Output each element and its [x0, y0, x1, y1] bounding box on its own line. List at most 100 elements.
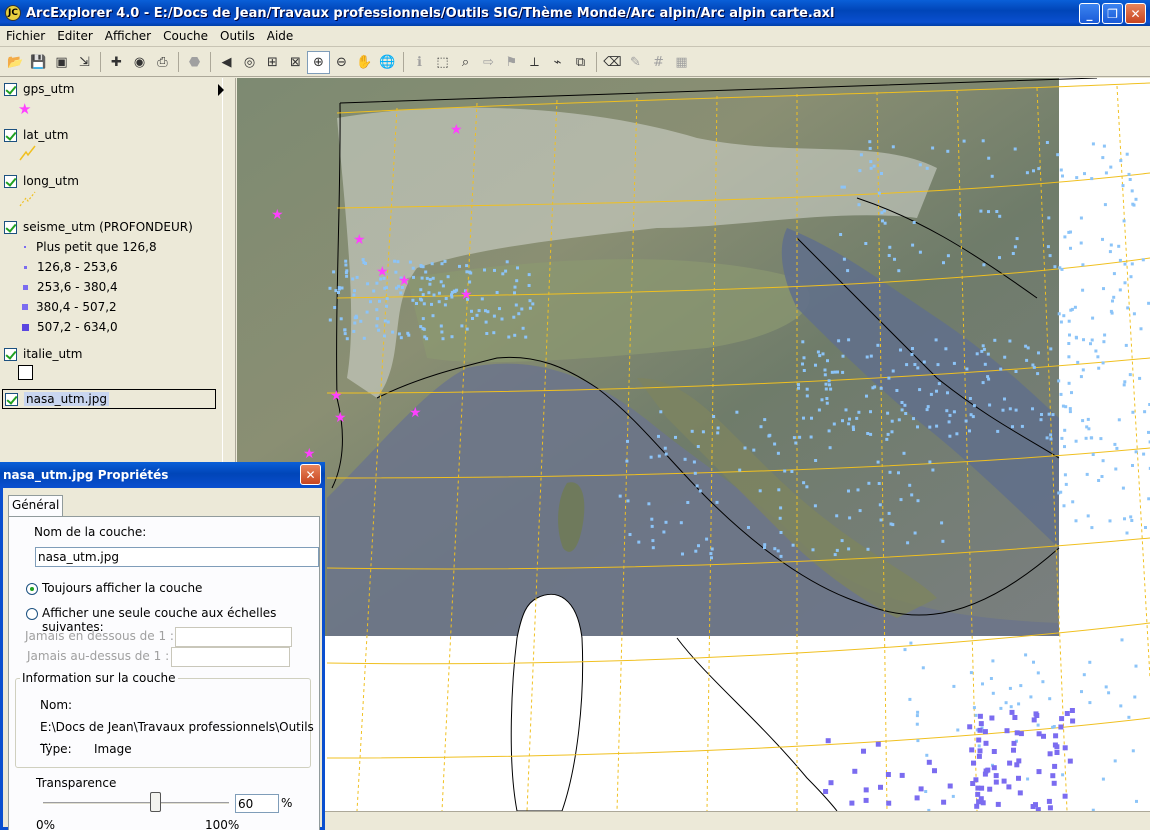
earthquake-point: [1075, 176, 1079, 180]
save-icon[interactable]: 💾: [27, 51, 50, 74]
earthquake-point: [792, 436, 796, 440]
earthquake-point: [866, 432, 870, 435]
earthquake-point: [1086, 417, 1090, 421]
eraser-icon[interactable]: ⌫: [601, 51, 624, 74]
map-canvas[interactable]: ★ ★ ★ ★ ★ ★ ★ ★ ★ ★: [237, 78, 1150, 811]
menu-couche[interactable]: Couche: [157, 29, 214, 43]
dialog-close-button[interactable]: ✕: [300, 464, 321, 485]
earthquake-point: [1121, 486, 1125, 490]
buffer-icon[interactable]: ⚑: [500, 51, 523, 74]
legend-label: Plus petit que 126,8: [36, 240, 157, 254]
earthquake-point: [846, 269, 850, 273]
zoom-to-layer-icon[interactable]: ⊞: [261, 51, 284, 74]
menu-editer[interactable]: Editer: [51, 29, 99, 43]
collapse-arrow-icon[interactable]: [218, 84, 224, 96]
earthquake-point: [763, 543, 767, 547]
stop-icon[interactable]: ⬣: [183, 51, 206, 74]
earthquake-point: [810, 416, 813, 420]
clear-selection-icon[interactable]: ✎: [624, 51, 647, 74]
layer-lat-utm[interactable]: lat_utm: [4, 128, 68, 142]
earthquake-point: [909, 641, 913, 645]
earthquake-point: [421, 327, 425, 331]
transparency-input[interactable]: 60: [235, 794, 279, 813]
earthquake-point: [1090, 338, 1094, 342]
earthquake-point: [902, 451, 906, 455]
earthquake-point: [903, 403, 907, 407]
globe-icon[interactable]: 🌐: [376, 51, 399, 74]
earthquake-point: [419, 264, 423, 268]
table-icon[interactable]: ▦: [670, 51, 693, 74]
polygon-symbol-icon: [18, 365, 33, 380]
identify-icon[interactable]: ℹ: [408, 51, 431, 74]
transparency-slider-thumb[interactable]: [150, 792, 161, 812]
layer-nasa-utm[interactable]: nasa_utm.jpg: [2, 389, 216, 409]
layer-checkbox[interactable]: [4, 82, 17, 96]
earthquake-point: [396, 260, 400, 264]
menu-outils[interactable]: Outils: [214, 29, 261, 43]
earthquake-point: [1082, 673, 1086, 677]
max-scale-input[interactable]: [171, 647, 290, 667]
earthquake-point: [651, 539, 655, 543]
radio-always-show[interactable]: [26, 583, 38, 595]
earthquake-point: [690, 429, 694, 433]
layer-long-utm[interactable]: long_utm: [4, 174, 79, 188]
earthquake-point: [450, 335, 454, 339]
earthquake-point: [881, 219, 884, 223]
overview-icon[interactable]: ⧉: [569, 51, 592, 74]
earthquake-point: [421, 317, 425, 321]
layer-name-input[interactable]: nasa_utm.jpg: [35, 547, 319, 567]
layer-seisme-utm[interactable]: seisme_utm (PROFONDEUR): [4, 220, 193, 234]
hyperlink-icon[interactable]: ⌁: [546, 51, 569, 74]
minimize-button[interactable]: _: [1079, 3, 1100, 24]
earthquake-point: [484, 309, 487, 313]
close-button[interactable]: ✕: [1125, 3, 1146, 24]
layer-checkbox[interactable]: [4, 128, 17, 142]
tab-general[interactable]: Général: [8, 495, 64, 517]
min-scale-input[interactable]: [175, 627, 292, 647]
add-image-icon[interactable]: ◉: [128, 51, 151, 74]
radio-scale-range[interactable]: [26, 608, 38, 620]
find-binoculars-icon[interactable]: ⌕: [454, 51, 477, 74]
menu-fichier[interactable]: Fichier: [0, 29, 51, 43]
earthquake-point: [1058, 266, 1062, 270]
layer-checkbox[interactable]: [4, 220, 17, 234]
earthquake-point: [1113, 442, 1117, 446]
earthquake-point: [469, 271, 473, 275]
layer-italie-utm[interactable]: italie_utm: [4, 347, 82, 361]
menu-aide[interactable]: Aide: [261, 29, 300, 43]
earthquake-point: [968, 397, 972, 400]
export-icon[interactable]: ⇲: [73, 51, 96, 74]
earthquake-point: [455, 288, 459, 292]
earthquake-point: [836, 370, 839, 374]
zoom-in-icon[interactable]: ⊕: [307, 50, 330, 74]
transparency-slider-track[interactable]: [43, 802, 229, 805]
earthquake-point: [759, 425, 763, 429]
zoom-out-icon[interactable]: ⊖: [330, 51, 353, 74]
gps-star-icon: ★: [271, 207, 284, 223]
menu-afficher[interactable]: Afficher: [99, 29, 157, 43]
measure-icon[interactable]: ⟂: [523, 51, 546, 74]
attribute-query-icon[interactable]: ⇨: [477, 51, 500, 74]
grid-icon[interactable]: #: [647, 51, 670, 74]
earthquake-point: [1112, 272, 1116, 276]
add-layer-icon[interactable]: ✚: [105, 51, 128, 74]
previous-extent-icon[interactable]: ◀: [215, 51, 238, 74]
layer-gps-utm[interactable]: gps_utm: [4, 82, 75, 96]
zoom-to-selected-icon[interactable]: ⊠: [284, 51, 307, 74]
full-extent-icon[interactable]: ◎: [238, 51, 261, 74]
earthquake-point: [827, 379, 831, 383]
earthquake-point: [440, 262, 444, 266]
print-icon[interactable]: ⎙: [151, 51, 174, 74]
earthquake-point: [916, 425, 919, 429]
pan-hand-icon[interactable]: ✋: [353, 51, 376, 74]
earthquake-point: [1123, 517, 1126, 521]
maximize-button[interactable]: ❐: [1102, 3, 1123, 24]
open-folder-icon[interactable]: 📂: [4, 51, 27, 74]
select-rectangle-icon[interactable]: ⬚: [431, 51, 454, 74]
earthquake-point: [694, 549, 698, 553]
layer-checkbox[interactable]: [4, 347, 17, 361]
save-all-icon[interactable]: ▣: [50, 51, 73, 74]
layer-checkbox[interactable]: [4, 174, 17, 188]
earthquake-point: [1067, 230, 1071, 234]
layer-checkbox[interactable]: [5, 392, 18, 406]
